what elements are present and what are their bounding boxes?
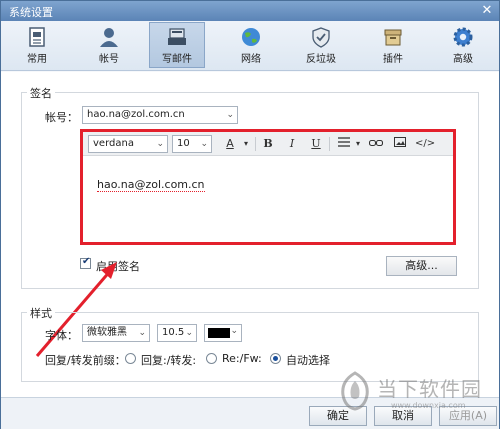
tab-label: 高级	[453, 54, 473, 65]
style-group-title: 样式	[27, 305, 55, 321]
source-code-button[interactable]: </>	[415, 136, 435, 152]
color-swatch	[208, 328, 230, 338]
editor-font-select[interactable]: verdana ⌄	[88, 135, 168, 153]
title-bar: 系统设置 ✕	[1, 1, 499, 21]
watermark: 当下软件园 www.downxia.com	[329, 369, 500, 417]
editor-toolbar: verdana ⌄ 10 ⌄ A ▾ B I U ▾ </>	[83, 132, 453, 156]
tab-antispam[interactable]: 反垃圾	[293, 23, 349, 69]
window-title: 系统设置	[9, 6, 53, 19]
close-icon[interactable]: ✕	[479, 3, 495, 18]
underline-button[interactable]: U	[307, 136, 325, 152]
signature-content[interactable]: hao.na@zol.com.cn	[97, 178, 205, 192]
chevron-down-icon[interactable]: ▾	[349, 136, 367, 152]
shield-icon	[312, 27, 330, 48]
account-value: hao.na@zol.com.cn	[87, 109, 185, 120]
chevron-down-icon: ⌄	[226, 110, 234, 120]
tab-general[interactable]: 常用	[9, 23, 65, 69]
radio-label: 回复:/转发:	[141, 354, 197, 367]
radio-label: Re:/Fw:	[222, 352, 262, 365]
account-select[interactable]: hao.na@zol.com.cn ⌄	[82, 106, 238, 124]
settings-window: 系统设置 ✕ 常用 帐号 写邮件 网络 反垃圾 插件 高级 签名 帐号： hao…	[0, 0, 500, 429]
tab-label: 帐号	[99, 54, 119, 65]
italic-button[interactable]: I	[283, 136, 301, 152]
bold-button[interactable]: B	[259, 136, 277, 152]
tab-label: 网络	[241, 54, 261, 65]
tab-network[interactable]: 网络	[223, 23, 279, 69]
editor-font-value: verdana	[93, 138, 134, 149]
style-color-select[interactable]: ⌄	[204, 324, 242, 342]
radio-auto-select[interactable]	[270, 353, 281, 364]
tab-compose[interactable]: 写邮件	[149, 22, 205, 68]
image-icon[interactable]	[391, 136, 409, 152]
toolbar-divider	[329, 137, 330, 151]
signature-group-title: 签名	[27, 85, 55, 101]
compose-icon	[168, 28, 186, 45]
radio-label: 自动选择	[286, 354, 330, 367]
signature-advanced-button[interactable]: 高级...	[386, 256, 457, 276]
chevron-down-icon[interactable]: ▾	[237, 136, 255, 152]
chevron-down-icon: ⌄	[185, 328, 193, 338]
tab-label: 插件	[383, 54, 403, 65]
toolbar-divider	[255, 137, 256, 151]
chevron-down-icon: ⌄	[156, 139, 164, 149]
settings-toolbar: 常用 帐号 写邮件 网络 反垃圾 插件 高级	[1, 21, 499, 71]
plugin-box-icon	[384, 29, 402, 46]
gear-icon	[453, 27, 473, 47]
reply-prefix-label: 回复/转发前缀：	[45, 354, 126, 367]
style-font-value: 微软雅黑	[87, 327, 127, 338]
radio-re-fw[interactable]	[206, 353, 217, 364]
document-icon	[29, 27, 45, 47]
account-label: 帐号：	[45, 111, 78, 124]
tab-label: 反垃圾	[306, 54, 336, 65]
editor-size-select[interactable]: 10 ⌄	[172, 135, 212, 153]
chevron-down-icon: ⌄	[138, 328, 146, 338]
tab-plugins[interactable]: 插件	[365, 23, 421, 69]
chevron-down-icon: ⌄	[200, 139, 208, 149]
font-label: 字体：	[45, 329, 78, 342]
style-size-select[interactable]: 10.5 ⌄	[157, 324, 197, 342]
watermark-url: www.downxia.com	[391, 401, 466, 410]
tab-account[interactable]: 帐号	[81, 23, 137, 69]
tab-label: 写邮件	[162, 54, 192, 65]
link-icon[interactable]	[367, 136, 385, 152]
globe-icon	[242, 28, 260, 46]
chevron-down-icon: ⌄	[230, 326, 238, 336]
style-size-value: 10.5	[162, 327, 185, 338]
watermark-text: 当下软件园	[377, 377, 482, 401]
radio-reply-forward-cn[interactable]	[125, 353, 136, 364]
user-icon	[100, 28, 118, 47]
tab-advanced[interactable]: 高级	[435, 23, 491, 69]
tab-label: 常用	[27, 54, 47, 65]
watermark-logo-icon	[341, 371, 369, 411]
style-font-select[interactable]: 微软雅黑 ⌄	[82, 324, 150, 342]
signature-editor[interactable]: verdana ⌄ 10 ⌄ A ▾ B I U ▾ </> hao.na@zo…	[80, 129, 456, 245]
editor-size-value: 10	[177, 138, 190, 149]
